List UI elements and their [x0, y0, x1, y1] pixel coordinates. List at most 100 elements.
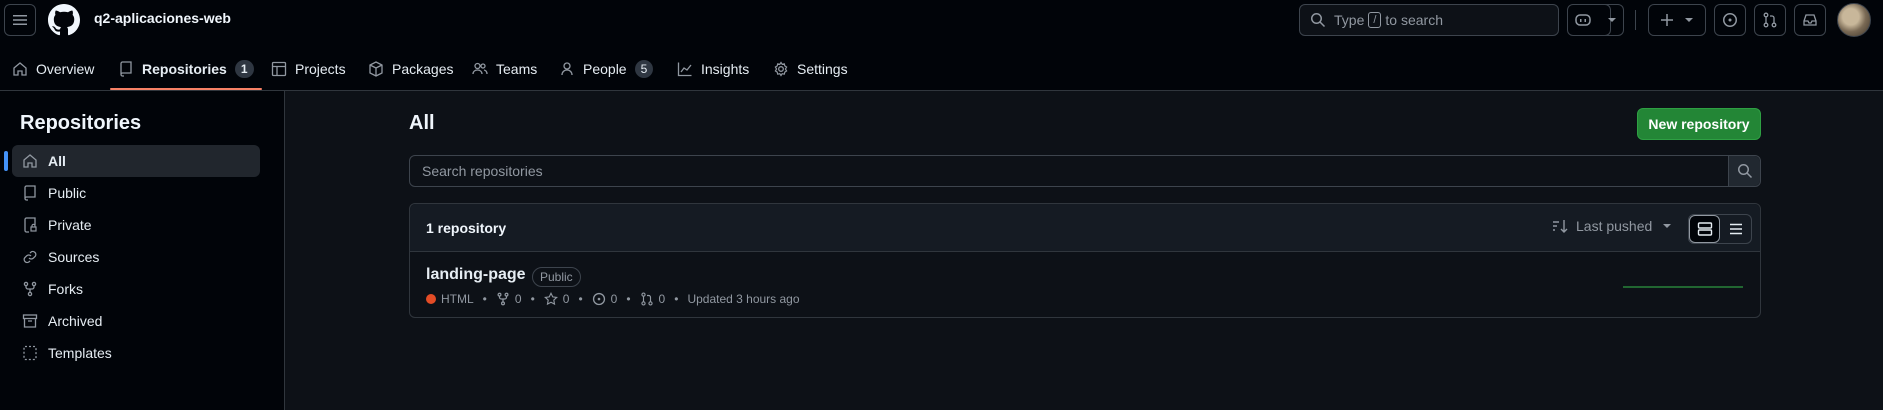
- fork-icon: [23, 281, 37, 297]
- repository-row: landing-page Public HTML • 0 • 0 • 0 • 0…: [410, 252, 1760, 318]
- lock-repo-icon: [24, 217, 37, 233]
- separator: •: [578, 292, 583, 306]
- fork-icon: [497, 292, 509, 306]
- triangle-down-icon: [1607, 18, 1616, 22]
- card-view-button[interactable]: [1689, 215, 1721, 243]
- search-prefix: Type: [1334, 12, 1365, 28]
- sort-dropdown[interactable]: Last pushed: [1552, 218, 1680, 234]
- search-repositories-input[interactable]: [410, 156, 1730, 186]
- pull-requests-button[interactable]: [1754, 4, 1786, 36]
- separator: •: [674, 292, 679, 306]
- copilot-dropdown-button[interactable]: [1600, 4, 1624, 36]
- org-nav-tabs: Overview Repositories 1 Projects Package…: [0, 48, 1883, 90]
- org-name-link[interactable]: q2-aplicaciones-web: [94, 10, 231, 26]
- create-new-button[interactable]: [1648, 4, 1706, 36]
- separator: •: [530, 292, 535, 306]
- sort-label: Last pushed: [1576, 218, 1653, 234]
- notifications-button[interactable]: [1794, 4, 1826, 36]
- person-icon: [561, 62, 573, 76]
- table-icon: [271, 61, 287, 77]
- repository-count: 1 repository: [426, 220, 507, 236]
- rows-icon: [1697, 222, 1712, 236]
- sidebar-title: Repositories: [20, 112, 142, 134]
- sidebar-item-private[interactable]: Private: [12, 209, 260, 241]
- activity-sparkline: [1623, 286, 1743, 288]
- people-icon: [472, 62, 488, 75]
- page-title: All: [409, 112, 435, 134]
- inbox-icon: [1803, 14, 1817, 26]
- visibility-badge: Public: [532, 267, 581, 287]
- tab-label: Projects: [295, 61, 346, 77]
- issue-opened-icon: [1723, 13, 1737, 27]
- search-suffix: to search: [1385, 12, 1444, 28]
- sidebar-item-public[interactable]: Public: [12, 177, 260, 209]
- sidebar-item-templates[interactable]: Templates: [12, 337, 260, 369]
- menu-button[interactable]: [4, 4, 36, 36]
- people-count-badge: 5: [634, 60, 654, 78]
- repository-meta: HTML • 0 • 0 • 0 • 0 • Updated 3 hours a…: [426, 292, 800, 306]
- tab-insights[interactable]: Insights: [677, 48, 749, 90]
- home-icon: [13, 62, 27, 76]
- stars-count[interactable]: 0: [563, 292, 570, 306]
- tab-settings[interactable]: Settings: [773, 48, 848, 90]
- sidebar-item-label: Sources: [48, 249, 100, 265]
- new-repository-button[interactable]: New repository: [1637, 108, 1761, 140]
- sidebar-item-label: Private: [48, 217, 92, 233]
- sidebar-item-label: Templates: [48, 345, 112, 361]
- separator: •: [482, 292, 487, 306]
- user-avatar[interactable]: [1837, 3, 1871, 37]
- repo-icon: [24, 185, 36, 201]
- tab-label: Repositories: [142, 61, 227, 77]
- tab-label: Overview: [36, 61, 95, 77]
- tab-label: Settings: [797, 61, 848, 77]
- sort-desc-icon: [1553, 220, 1568, 233]
- search-icon: [1311, 13, 1326, 28]
- repository-search: [409, 155, 1761, 187]
- pulls-count[interactable]: 0: [659, 292, 666, 306]
- sidebar-item-archived[interactable]: Archived: [12, 305, 260, 337]
- sidebar-item-forks[interactable]: Forks: [12, 273, 260, 305]
- sidebar-item-label: Forks: [48, 281, 83, 297]
- tab-people[interactable]: People 5: [559, 48, 654, 90]
- sidebar-item-all[interactable]: All: [4, 145, 260, 177]
- updated-time: Updated 3 hours ago: [687, 292, 800, 306]
- tab-packages[interactable]: Packages: [368, 48, 453, 90]
- archive-icon: [22, 314, 38, 328]
- global-search[interactable]: Type / to search: [1299, 4, 1559, 36]
- issues-count[interactable]: 0: [611, 292, 618, 306]
- home-icon: [23, 154, 37, 168]
- tab-label: Packages: [392, 61, 454, 77]
- language-label: HTML: [441, 292, 474, 306]
- header-divider: [1635, 10, 1636, 30]
- tab-teams[interactable]: Teams: [472, 48, 537, 90]
- issues-button[interactable]: [1714, 4, 1746, 36]
- github-logo-icon[interactable]: [48, 4, 80, 36]
- separator: •: [626, 292, 631, 306]
- tab-repositories[interactable]: Repositories 1: [110, 48, 261, 90]
- copilot-icon: [1575, 14, 1591, 26]
- search-submit-button[interactable]: [1728, 156, 1760, 186]
- forks-count[interactable]: 0: [515, 292, 522, 306]
- sidebar-item-label: All: [48, 153, 66, 169]
- git-pull-request-icon: [1763, 12, 1777, 28]
- sidebar-item-label: Public: [48, 185, 87, 201]
- plus-icon: [1661, 14, 1673, 26]
- hamburger-icon: [13, 15, 27, 25]
- repository-name-link[interactable]: landing-page: [426, 266, 526, 284]
- sidebar-item-sources[interactable]: Sources: [12, 241, 260, 273]
- tab-projects[interactable]: Projects: [271, 48, 346, 90]
- star-icon: [543, 292, 558, 306]
- list-view-button[interactable]: [1720, 215, 1751, 243]
- search-shortcut-key: /: [1368, 12, 1382, 28]
- repo-count-badge: 1: [234, 60, 254, 78]
- tab-label: Teams: [496, 61, 538, 77]
- search-icon: [1737, 164, 1752, 179]
- repository-list-header: 1 repository Last pushed: [410, 204, 1760, 252]
- tab-overview[interactable]: Overview: [12, 48, 94, 90]
- language-color-dot: [426, 294, 436, 304]
- gear-icon: [774, 61, 788, 77]
- package-icon: [369, 61, 383, 77]
- top-bar: q2-aplicaciones-web Type / to search: [0, 0, 1883, 40]
- view-toggle: [1688, 214, 1752, 244]
- template-icon: [23, 345, 37, 361]
